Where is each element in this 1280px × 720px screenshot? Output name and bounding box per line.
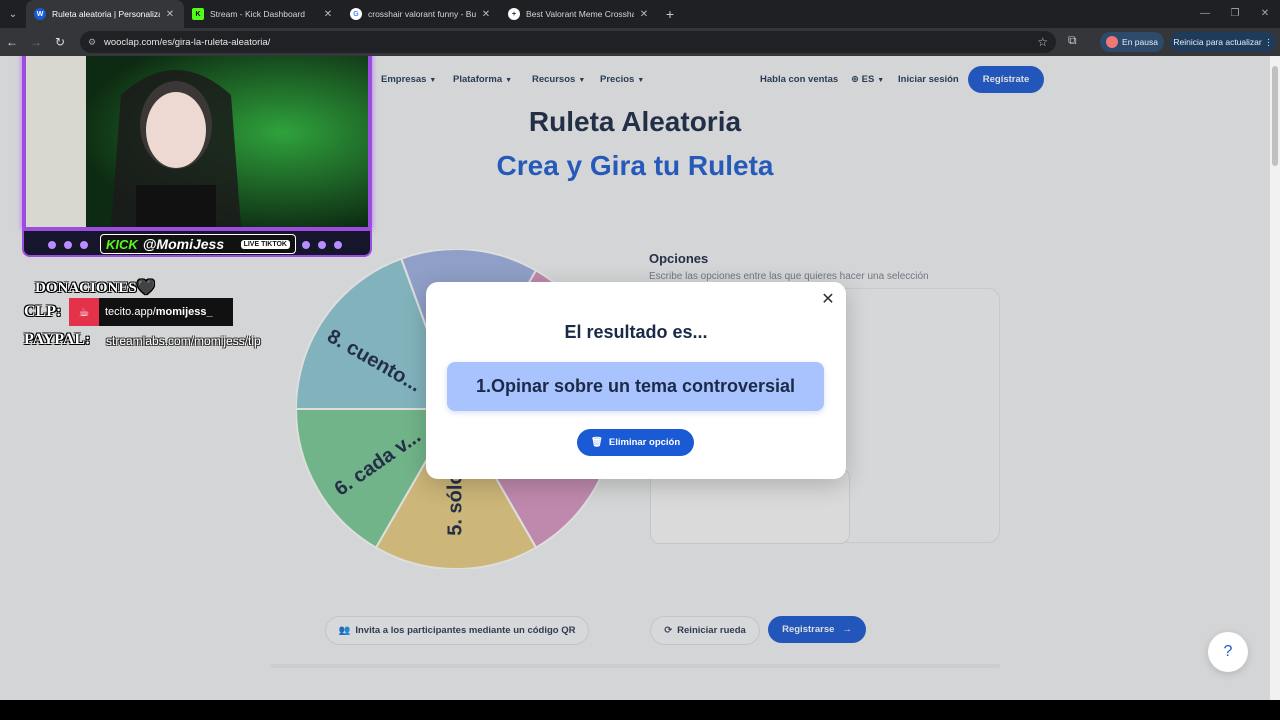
- extensions-icon[interactable]: ⧉: [1068, 33, 1077, 48]
- webcam-image: [26, 56, 368, 227]
- new-tab-icon[interactable]: +: [658, 6, 682, 22]
- tab-search-icon[interactable]: ⌄: [0, 0, 26, 28]
- tecito-prefix: tecito.app/: [105, 306, 156, 318]
- forward-icon[interactable]: →: [24, 35, 48, 49]
- dot: [64, 241, 72, 249]
- close-tab-icon[interactable]: ✕: [638, 9, 650, 20]
- update-label: Reinicia para actualizar: [1173, 37, 1262, 47]
- scrollbar-thumb[interactable]: [1272, 66, 1278, 166]
- delete-label: Eliminar opción: [608, 437, 681, 448]
- address-toolbar: ← → ↻ ⚙ wooclap.com/es/gira-la-ruleta-al…: [0, 28, 1280, 56]
- streamlabs-link: streamlabs.com/momijess/tip: [106, 334, 261, 348]
- dot: [302, 241, 310, 249]
- help-button[interactable]: ?: [1208, 632, 1248, 672]
- result-modal: ✕ El resultado es... 1.Opinar sobre un t…: [426, 282, 846, 479]
- web-page: Empresas ▼ Plataforma ▼ Recursos ▼ Precios ▼…: [0, 56, 1270, 700]
- profile-paused-button[interactable]: En pausa: [1100, 32, 1164, 52]
- delete-option-button[interactable]: 🗑 Eliminar opción: [577, 429, 694, 456]
- plus-favicon-icon: +: [508, 8, 520, 20]
- tab-kick-dashboard[interactable]: K Stream - Kick Dashboard ✕: [184, 0, 342, 28]
- kick-favicon-icon: K: [192, 8, 204, 20]
- site-info-icon[interactable]: ⚙: [88, 37, 96, 48]
- result-value: 1.Opinar sobre un tema controversial: [447, 362, 824, 411]
- tab-valorant-crosshairs[interactable]: + Best Valorant Meme Crosshairs ✕: [500, 0, 658, 28]
- cup-icon: ☕: [69, 298, 99, 326]
- webcam-overlay: KICK @MomiJess LIVE TIKTOK: [22, 56, 372, 257]
- paypal-label: PAYPAL:: [24, 331, 91, 348]
- webcam-name-bar: KICK @MomiJess LIVE TIKTOK: [22, 229, 372, 257]
- tab-title: Stream - Kick Dashboard: [210, 9, 305, 19]
- restart-update-button[interactable]: Reinicia para actualizar ⋮: [1170, 32, 1276, 52]
- maximize-icon[interactable]: ❐: [1220, 0, 1250, 28]
- tab-google-search[interactable]: G crosshair valorant funny - Busca ✕: [342, 0, 500, 28]
- close-tab-icon[interactable]: ✕: [480, 9, 492, 20]
- webcam-feed: [22, 56, 372, 231]
- back-icon[interactable]: ←: [0, 35, 24, 49]
- dot: [318, 241, 326, 249]
- clp-label: CLP:: [24, 303, 62, 320]
- tecito-text: tecito.app/momijess_: [99, 306, 213, 318]
- modal-title: El resultado es...: [564, 322, 708, 342]
- tiktok-live-badge: LIVE TIKTOK: [240, 239, 290, 249]
- reload-icon[interactable]: ↻: [48, 35, 72, 49]
- google-favicon-icon: G: [350, 8, 362, 20]
- dot: [80, 241, 88, 249]
- window-controls: — ❐ ✕: [1190, 0, 1280, 28]
- kick-logo: KICK: [106, 236, 138, 252]
- tab-title: Best Valorant Meme Crosshairs: [526, 9, 634, 19]
- tecito-user: momijess_: [155, 306, 213, 318]
- close-icon[interactable]: ✕: [820, 292, 836, 308]
- trash-icon: 🗑: [590, 437, 603, 448]
- tab-title: Ruleta aleatoria | Personaliza y g: [52, 9, 160, 19]
- bookmark-star-icon[interactable]: ☆: [1037, 35, 1048, 49]
- page-scrollbar[interactable]: [1270, 56, 1280, 700]
- close-tab-icon[interactable]: ✕: [164, 9, 176, 20]
- close-tab-icon[interactable]: ✕: [322, 9, 334, 20]
- dot: [48, 241, 56, 249]
- minimize-icon[interactable]: —: [1190, 0, 1220, 28]
- wooclap-favicon-icon: W: [34, 8, 46, 20]
- close-window-icon[interactable]: ✕: [1250, 0, 1280, 28]
- browser-tab-bar: ⌄ W Ruleta aleatoria | Personaliza y g ✕…: [0, 0, 1280, 28]
- avatar: [1106, 36, 1119, 48]
- url-bar[interactable]: ⚙ wooclap.com/es/gira-la-ruleta-aleatori…: [80, 31, 1056, 53]
- tab-title: crosshair valorant funny - Busca: [368, 9, 476, 19]
- taskbar: [0, 700, 1280, 720]
- tab-ruleta[interactable]: W Ruleta aleatoria | Personaliza y g ✕: [26, 0, 184, 28]
- paused-label: En pausa: [1122, 37, 1158, 47]
- dot: [334, 241, 342, 249]
- donations-title: DONACIONES🖤: [35, 280, 156, 296]
- url-text: wooclap.com/es/gira-la-ruleta-aleatoria/: [104, 36, 271, 48]
- tecito-link: ☕ tecito.app/momijess_: [69, 298, 233, 326]
- handle-text: @MomiJess: [142, 236, 225, 252]
- streamer-handle: KICK @MomiJess LIVE TIKTOK: [100, 234, 296, 254]
